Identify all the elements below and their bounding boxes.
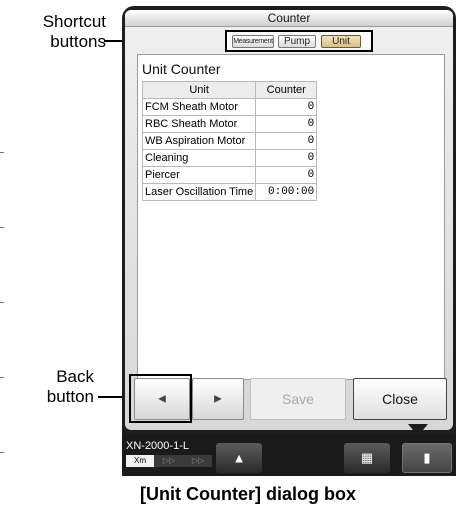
table-row[interactable]: Piercer 0 xyxy=(141,166,318,184)
counter-value-cell: 0 xyxy=(255,115,318,133)
counter-value-cell: 0 xyxy=(255,166,318,184)
unit-name-cell: FCM Sheath Motor xyxy=(141,98,257,116)
close-button[interactable]: Close xyxy=(353,378,447,420)
analyzer-model-label: XN-2000-1-L xyxy=(126,440,189,452)
warning-button[interactable]: ▲ xyxy=(216,443,262,473)
back-button-callout: Back button xyxy=(36,367,94,407)
table-row[interactable]: Laser Oscillation Time 0:00:00 xyxy=(141,183,318,201)
mode-indicator-3: ▷▷ xyxy=(191,456,205,465)
mode-indicator-2: ▷▷ xyxy=(162,456,176,465)
callout-back-line1: Back xyxy=(56,367,94,386)
sampler-icon: ▮ xyxy=(423,450,431,465)
counter-value-cell: 0 xyxy=(255,98,318,116)
table-header-row: Unit Counter xyxy=(141,81,318,99)
unit-name-cell: Piercer xyxy=(141,166,257,184)
rack-button[interactable]: ▦ xyxy=(344,443,390,473)
taskbar: XN-2000-1-L Xm ▷▷ ▷▷ ▲ ▦ ▮ xyxy=(122,434,456,476)
unit-name-cell: RBC Sheath Motor xyxy=(141,115,257,133)
callout-shortcut-line2: buttons xyxy=(50,32,106,51)
unit-name-cell: Laser Oscillation Time xyxy=(141,183,257,201)
back-button-highlight xyxy=(129,374,192,423)
forward-button[interactable]: ▶ xyxy=(192,378,244,420)
unit-name-cell: WB Aspiration Motor xyxy=(141,132,257,150)
sampler-button[interactable]: ▮ xyxy=(402,443,452,473)
warning-icon: ▲ xyxy=(232,450,246,466)
shortcut-buttons-callout: Shortcut buttons xyxy=(10,12,106,52)
measurement-shortcut-button[interactable]: Measurement xyxy=(232,35,274,48)
table-row[interactable]: Cleaning 0 xyxy=(141,149,318,167)
rack-icon: ▦ xyxy=(360,450,374,465)
counter-value-cell: 0:00:00 xyxy=(255,183,318,201)
callout-back-line2: button xyxy=(46,387,94,406)
save-button[interactable]: Save xyxy=(250,378,346,420)
pump-shortcut-button[interactable]: Pump xyxy=(278,35,316,48)
counter-value-cell: 0 xyxy=(255,149,318,167)
table-row[interactable]: WB Aspiration Motor 0 xyxy=(141,132,318,150)
mode-xm: Xm xyxy=(126,455,154,467)
unit-name-cell: Cleaning xyxy=(141,149,257,167)
counter-dialog: Counter Measurement Pump Unit Unit Count… xyxy=(125,10,453,430)
counter-table: Unit Counter FCM Sheath Motor 0 RBC Shea… xyxy=(141,81,318,201)
mode-indicator: Xm ▷▷ ▷▷ xyxy=(126,455,212,467)
close-button-label: Close xyxy=(382,391,418,407)
shortcut-button-group: Measurement Pump Unit xyxy=(225,30,373,52)
unit-counter-panel: Unit Counter Unit Counter FCM Sheath Mot… xyxy=(137,54,445,380)
arrow-right-icon: ▶ xyxy=(214,393,222,405)
table-row[interactable]: FCM Sheath Motor 0 xyxy=(141,98,318,116)
callout-shortcut-line1: Shortcut xyxy=(42,12,106,31)
save-button-label: Save xyxy=(282,391,314,407)
dialog-title: Counter xyxy=(125,10,453,27)
panel-title: Unit Counter xyxy=(142,61,221,77)
figure-caption: [Unit Counter] dialog box xyxy=(140,484,356,504)
counter-value-cell: 0 xyxy=(255,132,318,150)
column-header-unit: Unit xyxy=(141,81,257,99)
column-header-counter: Counter xyxy=(255,81,318,99)
table-row[interactable]: RBC Sheath Motor 0 xyxy=(141,115,318,133)
unit-shortcut-button[interactable]: Unit xyxy=(321,35,361,48)
